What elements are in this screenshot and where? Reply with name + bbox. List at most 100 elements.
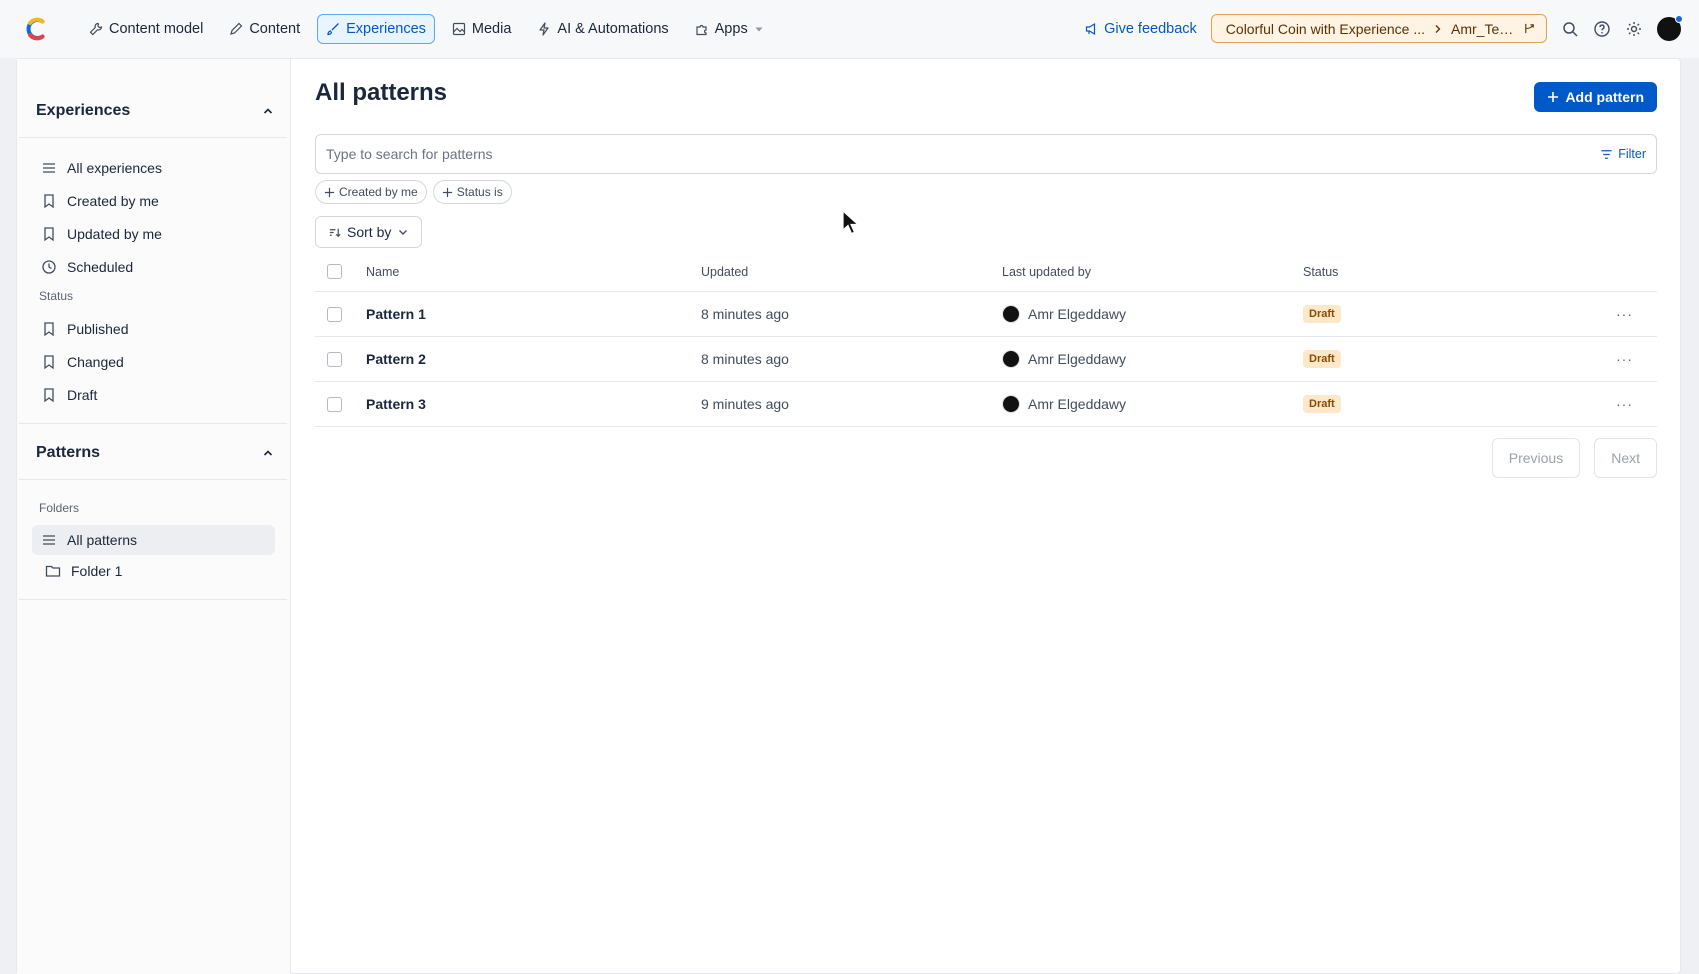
search-icon[interactable] xyxy=(1561,20,1579,38)
row-select-cell xyxy=(327,337,342,381)
add-pattern-button[interactable]: Add pattern xyxy=(1534,82,1657,112)
main-nav: Content model Content Experiences Media … xyxy=(80,14,773,44)
pattern-updated-by: Amr Elgeddawy xyxy=(1002,382,1126,426)
nav-label: Apps xyxy=(714,21,748,37)
help-icon[interactable] xyxy=(1593,20,1611,38)
status-badge: Draft xyxy=(1303,305,1341,323)
nav-label: Content model xyxy=(109,21,204,37)
search-bar: Filter xyxy=(315,134,1657,174)
chip-status-is[interactable]: Status is xyxy=(432,180,512,204)
gear-icon[interactable] xyxy=(1625,20,1643,38)
bolt-icon xyxy=(539,22,550,36)
nav-label: Experiences xyxy=(346,21,426,37)
nav-label: Content xyxy=(249,21,301,37)
plus-icon xyxy=(1548,92,1559,102)
status-badge: Draft xyxy=(1303,350,1341,368)
chevron-up-icon[interactable] xyxy=(262,105,274,117)
table-row[interactable]: Pattern 3 9 minutes ago Amr Elgeddawy Dr… xyxy=(315,382,1657,427)
chip-label: Status is xyxy=(456,185,503,199)
row-checkbox[interactable] xyxy=(327,351,342,367)
plus-icon xyxy=(324,187,335,197)
row-more-actions-button[interactable]: ··· xyxy=(1616,337,1633,381)
status-cell: Draft xyxy=(1303,292,1341,336)
bookmark-icon xyxy=(44,322,54,337)
sort-by-button[interactable]: Sort by xyxy=(315,216,423,248)
experiences-section-title: Experiences xyxy=(36,102,131,119)
wrench-icon xyxy=(89,22,103,36)
space-name: Colorful Coin with Experience ... xyxy=(1225,20,1425,37)
sort-label: Sort by xyxy=(347,224,392,240)
filter-button[interactable]: Filter xyxy=(1600,147,1646,161)
nav-content-model[interactable]: Content model xyxy=(80,14,212,44)
sidebar-item-created-by-me[interactable]: Created by me xyxy=(39,186,279,216)
column-header-updated[interactable]: Updated xyxy=(701,252,748,291)
sidebar-item-label: All experiences xyxy=(67,160,162,176)
sidebar-item-changed[interactable]: Changed xyxy=(39,347,279,377)
sidebar: Experiences All experiences Created by m… xyxy=(17,59,291,974)
row-more-actions-button[interactable]: ··· xyxy=(1616,292,1633,336)
row-checkbox[interactable] xyxy=(327,396,342,412)
chip-label: Created by me xyxy=(339,185,418,199)
sidebar-item-label: All patterns xyxy=(67,532,138,548)
notification-dot xyxy=(1675,14,1683,23)
sidebar-item-label: Scheduled xyxy=(67,259,134,275)
chevron-up-icon[interactable] xyxy=(262,447,274,459)
top-right-tools: Give feedback Colorful Coin with Experie… xyxy=(1085,14,1683,43)
brush-icon xyxy=(327,23,340,36)
table-header: Name Updated Last updated by Status xyxy=(315,252,1657,292)
table-row[interactable]: Pattern 1 8 minutes ago Amr Elgeddawy Dr… xyxy=(315,292,1657,337)
sidebar-item-all-patterns[interactable]: All patterns xyxy=(32,525,275,555)
search-input[interactable] xyxy=(326,146,1601,162)
filter-icon xyxy=(1601,149,1612,159)
environment-switcher[interactable]: Colorful Coin with Experience ... Amr_Te… xyxy=(1210,14,1547,43)
sidebar-item-folder-1[interactable]: Folder 1 xyxy=(43,556,283,586)
image-icon xyxy=(452,22,466,36)
contentful-logo-icon[interactable] xyxy=(24,16,50,42)
nav-apps[interactable]: Apps xyxy=(686,14,773,44)
column-header-name[interactable]: Name xyxy=(366,252,399,291)
main-panel: Experiences All experiences Created by m… xyxy=(16,58,1681,974)
column-header-last-updated-by[interactable]: Last updated by xyxy=(1002,252,1091,291)
top-navigation-bar: Content model Content Experiences Media … xyxy=(0,0,1699,58)
sidebar-item-draft[interactable]: Draft xyxy=(39,380,279,410)
nav-media[interactable]: Media xyxy=(443,14,521,44)
pattern-name[interactable]: Pattern 3 xyxy=(366,382,426,426)
nav-ai-automations[interactable]: AI & Automations xyxy=(528,14,677,44)
chevron-down-icon xyxy=(399,230,408,235)
folder-icon xyxy=(45,565,61,577)
pattern-name[interactable]: Pattern 1 xyxy=(366,292,426,336)
avatar xyxy=(1002,395,1020,413)
select-all-checkbox[interactable] xyxy=(327,264,342,279)
previous-page-button[interactable]: Previous xyxy=(1491,438,1581,478)
column-header-status[interactable]: Status xyxy=(1303,252,1338,291)
pattern-name[interactable]: Pattern 2 xyxy=(366,337,426,381)
nav-content[interactable]: Content xyxy=(220,14,309,44)
pen-icon xyxy=(230,22,243,35)
experiences-section-header[interactable]: Experiences xyxy=(36,99,274,123)
sidebar-item-all-experiences[interactable]: All experiences xyxy=(39,153,279,183)
sidebar-item-scheduled[interactable]: Scheduled xyxy=(39,252,279,282)
sidebar-item-updated-by-me[interactable]: Updated by me xyxy=(39,219,279,249)
give-feedback-link[interactable]: Give feedback xyxy=(1085,21,1197,37)
row-checkbox[interactable] xyxy=(327,306,342,322)
avatar xyxy=(1002,350,1020,368)
table-row[interactable]: Pattern 2 8 minutes ago Amr Elgeddawy Dr… xyxy=(315,337,1657,382)
nav-experiences[interactable]: Experiences xyxy=(317,14,435,44)
row-more-actions-button[interactable]: ··· xyxy=(1616,382,1633,426)
add-pattern-label: Add pattern xyxy=(1565,89,1644,105)
list-icon xyxy=(43,163,55,173)
chip-created-by-me[interactable]: Created by me xyxy=(315,180,427,204)
patterns-section-header[interactable]: Patterns xyxy=(36,441,274,465)
user-avatar[interactable] xyxy=(1657,14,1683,41)
next-page-button[interactable]: Next xyxy=(1594,438,1657,478)
feedback-label: Give feedback xyxy=(1104,20,1197,37)
pattern-updated-by: Amr Elgeddawy xyxy=(1002,337,1126,381)
sidebar-item-label: Draft xyxy=(67,387,98,403)
megaphone-icon xyxy=(1085,22,1096,35)
sidebar-item-label: Published xyxy=(67,321,129,337)
filter-chips: Created by me Status is xyxy=(315,180,512,204)
caret-down-icon xyxy=(755,27,763,32)
avatar xyxy=(1002,305,1020,323)
select-all-cell xyxy=(327,252,342,291)
sidebar-item-published[interactable]: Published xyxy=(39,314,279,344)
